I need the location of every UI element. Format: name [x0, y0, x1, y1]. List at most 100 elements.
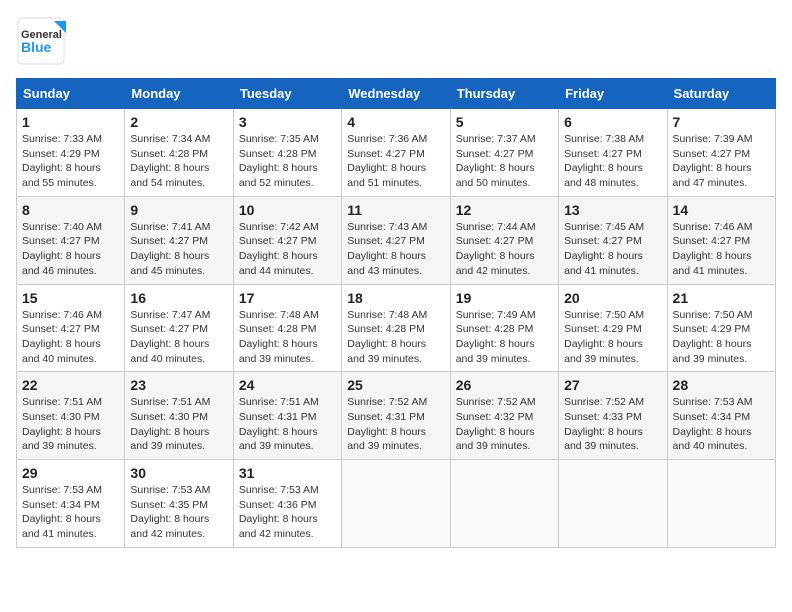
calendar-day-cell: 29 Sunrise: 7:53 AM Sunset: 4:34 PM Dayl…: [17, 460, 125, 548]
day-number: 1: [22, 114, 119, 130]
day-info: Sunrise: 7:52 AM Sunset: 4:32 PM Dayligh…: [456, 395, 553, 454]
day-info: Sunrise: 7:36 AM Sunset: 4:27 PM Dayligh…: [347, 132, 444, 191]
day-number: 4: [347, 114, 444, 130]
day-info: Sunrise: 7:53 AM Sunset: 4:34 PM Dayligh…: [22, 483, 119, 542]
day-number: 31: [239, 465, 336, 481]
day-info: Sunrise: 7:53 AM Sunset: 4:35 PM Dayligh…: [130, 483, 227, 542]
calendar-week-row: 22 Sunrise: 7:51 AM Sunset: 4:30 PM Dayl…: [17, 372, 776, 460]
calendar-day-cell: 18 Sunrise: 7:48 AM Sunset: 4:28 PM Dayl…: [342, 284, 450, 372]
day-info: Sunrise: 7:42 AM Sunset: 4:27 PM Dayligh…: [239, 220, 336, 279]
day-number: 10: [239, 202, 336, 218]
day-info: Sunrise: 7:51 AM Sunset: 4:30 PM Dayligh…: [130, 395, 227, 454]
calendar-day-cell: 26 Sunrise: 7:52 AM Sunset: 4:32 PM Dayl…: [450, 372, 558, 460]
day-info: Sunrise: 7:43 AM Sunset: 4:27 PM Dayligh…: [347, 220, 444, 279]
day-number: 22: [22, 377, 119, 393]
empty-cell: [342, 460, 450, 548]
calendar-day-cell: 4 Sunrise: 7:36 AM Sunset: 4:27 PM Dayli…: [342, 109, 450, 197]
day-number: 18: [347, 290, 444, 306]
day-number: 12: [456, 202, 553, 218]
day-info: Sunrise: 7:49 AM Sunset: 4:28 PM Dayligh…: [456, 308, 553, 367]
empty-cell: [450, 460, 558, 548]
day-number: 5: [456, 114, 553, 130]
calendar-day-cell: 2 Sunrise: 7:34 AM Sunset: 4:28 PM Dayli…: [125, 109, 233, 197]
calendar-day-cell: 11 Sunrise: 7:43 AM Sunset: 4:27 PM Dayl…: [342, 196, 450, 284]
column-header-friday: Friday: [559, 79, 667, 109]
column-header-tuesday: Tuesday: [233, 79, 341, 109]
calendar-week-row: 8 Sunrise: 7:40 AM Sunset: 4:27 PM Dayli…: [17, 196, 776, 284]
calendar-day-cell: 30 Sunrise: 7:53 AM Sunset: 4:35 PM Dayl…: [125, 460, 233, 548]
day-number: 13: [564, 202, 661, 218]
day-number: 20: [564, 290, 661, 306]
column-header-monday: Monday: [125, 79, 233, 109]
calendar-day-cell: 1 Sunrise: 7:33 AM Sunset: 4:29 PM Dayli…: [17, 109, 125, 197]
calendar-day-cell: 13 Sunrise: 7:45 AM Sunset: 4:27 PM Dayl…: [559, 196, 667, 284]
day-number: 15: [22, 290, 119, 306]
day-number: 11: [347, 202, 444, 218]
day-info: Sunrise: 7:41 AM Sunset: 4:27 PM Dayligh…: [130, 220, 227, 279]
calendar-day-cell: 23 Sunrise: 7:51 AM Sunset: 4:30 PM Dayl…: [125, 372, 233, 460]
calendar-day-cell: 16 Sunrise: 7:47 AM Sunset: 4:27 PM Dayl…: [125, 284, 233, 372]
calendar-day-cell: 8 Sunrise: 7:40 AM Sunset: 4:27 PM Dayli…: [17, 196, 125, 284]
day-number: 28: [673, 377, 770, 393]
day-info: Sunrise: 7:46 AM Sunset: 4:27 PM Dayligh…: [673, 220, 770, 279]
day-info: Sunrise: 7:33 AM Sunset: 4:29 PM Dayligh…: [22, 132, 119, 191]
day-number: 8: [22, 202, 119, 218]
day-number: 19: [456, 290, 553, 306]
day-number: 21: [673, 290, 770, 306]
day-info: Sunrise: 7:50 AM Sunset: 4:29 PM Dayligh…: [673, 308, 770, 367]
day-info: Sunrise: 7:37 AM Sunset: 4:27 PM Dayligh…: [456, 132, 553, 191]
svg-text:Blue: Blue: [21, 39, 52, 55]
calendar-day-cell: 3 Sunrise: 7:35 AM Sunset: 4:28 PM Dayli…: [233, 109, 341, 197]
day-number: 25: [347, 377, 444, 393]
day-info: Sunrise: 7:51 AM Sunset: 4:30 PM Dayligh…: [22, 395, 119, 454]
calendar-day-cell: 20 Sunrise: 7:50 AM Sunset: 4:29 PM Dayl…: [559, 284, 667, 372]
day-info: Sunrise: 7:40 AM Sunset: 4:27 PM Dayligh…: [22, 220, 119, 279]
logo-svg: General Blue: [16, 16, 66, 66]
calendar-day-cell: 14 Sunrise: 7:46 AM Sunset: 4:27 PM Dayl…: [667, 196, 775, 284]
day-info: Sunrise: 7:52 AM Sunset: 4:31 PM Dayligh…: [347, 395, 444, 454]
calendar-header-row: SundayMondayTuesdayWednesdayThursdayFrid…: [17, 79, 776, 109]
day-number: 16: [130, 290, 227, 306]
day-info: Sunrise: 7:45 AM Sunset: 4:27 PM Dayligh…: [564, 220, 661, 279]
day-number: 9: [130, 202, 227, 218]
calendar-day-cell: 19 Sunrise: 7:49 AM Sunset: 4:28 PM Dayl…: [450, 284, 558, 372]
day-info: Sunrise: 7:35 AM Sunset: 4:28 PM Dayligh…: [239, 132, 336, 191]
calendar-day-cell: 10 Sunrise: 7:42 AM Sunset: 4:27 PM Dayl…: [233, 196, 341, 284]
column-header-sunday: Sunday: [17, 79, 125, 109]
day-info: Sunrise: 7:53 AM Sunset: 4:34 PM Dayligh…: [673, 395, 770, 454]
day-info: Sunrise: 7:34 AM Sunset: 4:28 PM Dayligh…: [130, 132, 227, 191]
column-header-wednesday: Wednesday: [342, 79, 450, 109]
calendar-day-cell: 27 Sunrise: 7:52 AM Sunset: 4:33 PM Dayl…: [559, 372, 667, 460]
day-info: Sunrise: 7:50 AM Sunset: 4:29 PM Dayligh…: [564, 308, 661, 367]
day-number: 7: [673, 114, 770, 130]
calendar-day-cell: 25 Sunrise: 7:52 AM Sunset: 4:31 PM Dayl…: [342, 372, 450, 460]
day-info: Sunrise: 7:51 AM Sunset: 4:31 PM Dayligh…: [239, 395, 336, 454]
day-info: Sunrise: 7:38 AM Sunset: 4:27 PM Dayligh…: [564, 132, 661, 191]
calendar-week-row: 29 Sunrise: 7:53 AM Sunset: 4:34 PM Dayl…: [17, 460, 776, 548]
calendar-day-cell: 17 Sunrise: 7:48 AM Sunset: 4:28 PM Dayl…: [233, 284, 341, 372]
calendar-day-cell: 6 Sunrise: 7:38 AM Sunset: 4:27 PM Dayli…: [559, 109, 667, 197]
logo: General Blue: [16, 16, 66, 66]
day-number: 14: [673, 202, 770, 218]
calendar-day-cell: 15 Sunrise: 7:46 AM Sunset: 4:27 PM Dayl…: [17, 284, 125, 372]
calendar-day-cell: 9 Sunrise: 7:41 AM Sunset: 4:27 PM Dayli…: [125, 196, 233, 284]
day-number: 17: [239, 290, 336, 306]
day-info: Sunrise: 7:48 AM Sunset: 4:28 PM Dayligh…: [347, 308, 444, 367]
day-info: Sunrise: 7:44 AM Sunset: 4:27 PM Dayligh…: [456, 220, 553, 279]
day-number: 29: [22, 465, 119, 481]
day-info: Sunrise: 7:48 AM Sunset: 4:28 PM Dayligh…: [239, 308, 336, 367]
day-info: Sunrise: 7:39 AM Sunset: 4:27 PM Dayligh…: [673, 132, 770, 191]
day-info: Sunrise: 7:47 AM Sunset: 4:27 PM Dayligh…: [130, 308, 227, 367]
day-number: 2: [130, 114, 227, 130]
day-info: Sunrise: 7:46 AM Sunset: 4:27 PM Dayligh…: [22, 308, 119, 367]
calendar-day-cell: 21 Sunrise: 7:50 AM Sunset: 4:29 PM Dayl…: [667, 284, 775, 372]
calendar-day-cell: 24 Sunrise: 7:51 AM Sunset: 4:31 PM Dayl…: [233, 372, 341, 460]
column-header-thursday: Thursday: [450, 79, 558, 109]
calendar-day-cell: 12 Sunrise: 7:44 AM Sunset: 4:27 PM Dayl…: [450, 196, 558, 284]
empty-cell: [667, 460, 775, 548]
calendar-week-row: 15 Sunrise: 7:46 AM Sunset: 4:27 PM Dayl…: [17, 284, 776, 372]
empty-cell: [559, 460, 667, 548]
day-number: 3: [239, 114, 336, 130]
page-header: General Blue: [16, 16, 776, 66]
day-number: 24: [239, 377, 336, 393]
